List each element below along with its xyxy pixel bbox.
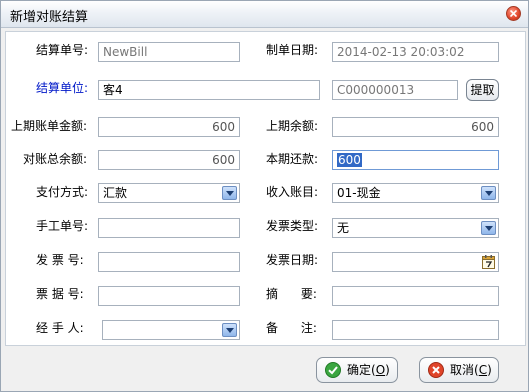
total-balance-field[interactable]: 600 [98,150,240,170]
create-date-field[interactable]: 2014-02-13 20:03:02 [332,42,499,62]
handler-label: 经 手 人: [36,321,84,335]
cancel-icon [428,362,444,378]
manual-no-field[interactable] [98,218,240,238]
settle-no-label: 结算单号: [36,43,89,57]
handler-dropdown-button[interactable] [222,323,237,337]
close-button[interactable] [506,6,521,21]
current-payment-field[interactable]: 600 [332,150,499,170]
payment-method-value: 汇款 [103,186,128,200]
payment-method-label: 支付方式: [36,185,89,199]
chevron-down-icon [226,191,234,196]
payment-method-dropdown-button[interactable] [222,186,237,200]
ok-button-label: 确定(O) [347,363,390,377]
cancel-button-label: 取消(C) [450,363,492,377]
handler-select[interactable] [102,320,240,340]
invoice-type-select[interactable]: 无 [332,218,499,238]
calendar-icon[interactable] [482,255,495,269]
payment-method-select[interactable]: 汇款 [98,183,240,203]
window-title: 新增对账结算 [10,10,89,25]
create-date-label: 制单日期: [266,43,319,57]
remark-label: 备 注: [266,321,317,335]
invoice-no-field[interactable] [98,252,240,272]
income-account-dropdown-button[interactable] [481,186,496,200]
settle-unit-label: 结算单位: [36,81,89,95]
receipt-no-field[interactable] [98,286,240,306]
prev-balance-label: 上期余额: [266,119,319,133]
summary-label: 摘 要: [266,287,317,301]
chevron-down-icon [485,226,493,231]
receipt-no-label: 票 据 号: [36,287,84,301]
close-icon [510,10,517,17]
fetch-button[interactable]: 提取 [466,79,499,101]
prev-bill-amount-field[interactable]: 600 [98,117,240,137]
remark-field[interactable] [332,320,499,340]
manual-no-label: 手工单号: [36,219,89,233]
fetch-button-label: 提取 [470,83,495,97]
prev-bill-amount-label: 上期账单金额: [11,119,88,133]
settle-no-field[interactable]: NewBill [98,42,240,62]
dialog-window: 新增对账结算 结算单号: NewBill 制单日期: 2014-02-13 20… [0,0,529,392]
current-payment-value: 600 [337,153,362,167]
invoice-date-label: 发票日期: [266,253,319,267]
settle-unit-field[interactable]: 客4 [98,80,320,100]
settle-unit-code-field[interactable]: C000000013 [332,80,458,100]
ok-button[interactable]: 确定(O) [316,357,398,383]
current-payment-label: 本期还款: [266,152,319,166]
title-bar[interactable]: 新增对账结算 [1,1,528,28]
invoice-date-field[interactable]: - - [332,252,499,272]
prev-balance-field[interactable]: 600 [332,117,499,137]
invoice-type-dropdown-button[interactable] [481,221,496,235]
invoice-type-label: 发票类型: [266,219,319,233]
income-account-value: 01-现金 [337,186,381,200]
income-account-label: 收入账目: [266,185,319,199]
check-icon [325,362,341,378]
summary-field[interactable] [332,286,499,306]
invoice-type-value: 无 [337,221,350,235]
total-balance-label: 对账总余额: [23,152,88,166]
chevron-down-icon [226,328,234,333]
chevron-down-icon [485,191,493,196]
income-account-select[interactable]: 01-现金 [332,183,499,203]
cancel-button[interactable]: 取消(C) [419,357,499,383]
invoice-no-label: 发 票 号: [36,253,84,267]
